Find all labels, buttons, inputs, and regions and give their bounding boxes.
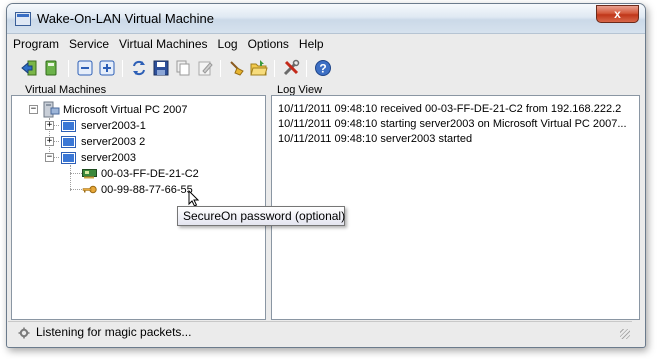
tree-vm-item[interactable]: server2003 2 — [81, 136, 145, 148]
log-entry: 10/11/2011 09:48:10 server2003 started — [278, 133, 473, 145]
svg-text:?: ? — [319, 62, 326, 76]
expand-toggle[interactable]: + — [45, 137, 54, 146]
mouse-cursor-icon — [188, 190, 200, 207]
menu-log[interactable]: Log — [213, 35, 243, 53]
network-card-icon — [82, 169, 97, 179]
collapse-toggle[interactable]: − — [45, 153, 54, 162]
collapse-toggle[interactable]: − — [29, 105, 38, 114]
help-icon[interactable]: ? — [314, 59, 332, 77]
status-bar: Listening for magic packets... — [8, 321, 632, 341]
open-folder-icon[interactable] — [250, 59, 268, 77]
expand-toggle[interactable]: + — [45, 121, 54, 130]
tree-root[interactable]: Microsoft Virtual PC 2007 — [63, 104, 188, 116]
menu-help[interactable]: Help — [294, 35, 329, 53]
save-green-icon[interactable] — [42, 59, 60, 77]
window-title: Wake-On-LAN Virtual Machine — [37, 11, 215, 26]
save-icon[interactable] — [152, 59, 170, 77]
remove-icon[interactable] — [76, 59, 94, 77]
clean-icon[interactable] — [228, 59, 246, 77]
menu-options[interactable]: Options — [243, 35, 294, 53]
tree-vm-item[interactable]: server2003-1 — [81, 120, 146, 132]
copy-icon[interactable] — [174, 59, 192, 77]
log-entry: 10/11/2011 09:48:10 starting server2003 … — [278, 118, 627, 130]
menu-virtual-machines[interactable]: Virtual Machines — [114, 35, 213, 53]
add-icon[interactable] — [98, 59, 116, 77]
tree-vm-item[interactable]: server2003 — [81, 152, 136, 164]
menu-service[interactable]: Service — [64, 35, 114, 53]
vm-screen-icon — [61, 136, 76, 148]
exit-icon[interactable] — [20, 59, 38, 77]
tree-secureon[interactable]: 00-99-88-77-66-55 — [101, 184, 193, 196]
toolbar: ? — [8, 56, 632, 82]
tree-mac-address[interactable]: 00-03-FF-DE-21-C2 — [101, 168, 199, 180]
gear-icon — [18, 327, 30, 339]
virtual-pc-icon — [43, 101, 60, 118]
menu-program[interactable]: Program — [8, 35, 64, 53]
app-icon — [15, 12, 31, 26]
close-button[interactable]: x — [596, 5, 639, 23]
vm-screen-icon — [61, 152, 76, 164]
tooltip: SecureOn password (optional) — [177, 206, 345, 226]
edit-icon[interactable] — [196, 59, 214, 77]
resize-grip[interactable] — [620, 329, 630, 339]
menu-bar: Program Service Virtual Machines Log Options… — [8, 35, 632, 55]
status-text: Listening for magic packets... — [36, 325, 192, 339]
log-entry: 10/11/2011 09:48:10 received 00-03-FF-DE… — [278, 103, 622, 115]
title-bar[interactable]: Wake-On-LAN Virtual Machine x — [7, 4, 645, 34]
vm-screen-icon — [61, 120, 76, 132]
tools-icon[interactable] — [282, 59, 300, 77]
key-icon — [82, 185, 97, 194]
refresh-icon[interactable] — [130, 59, 148, 77]
